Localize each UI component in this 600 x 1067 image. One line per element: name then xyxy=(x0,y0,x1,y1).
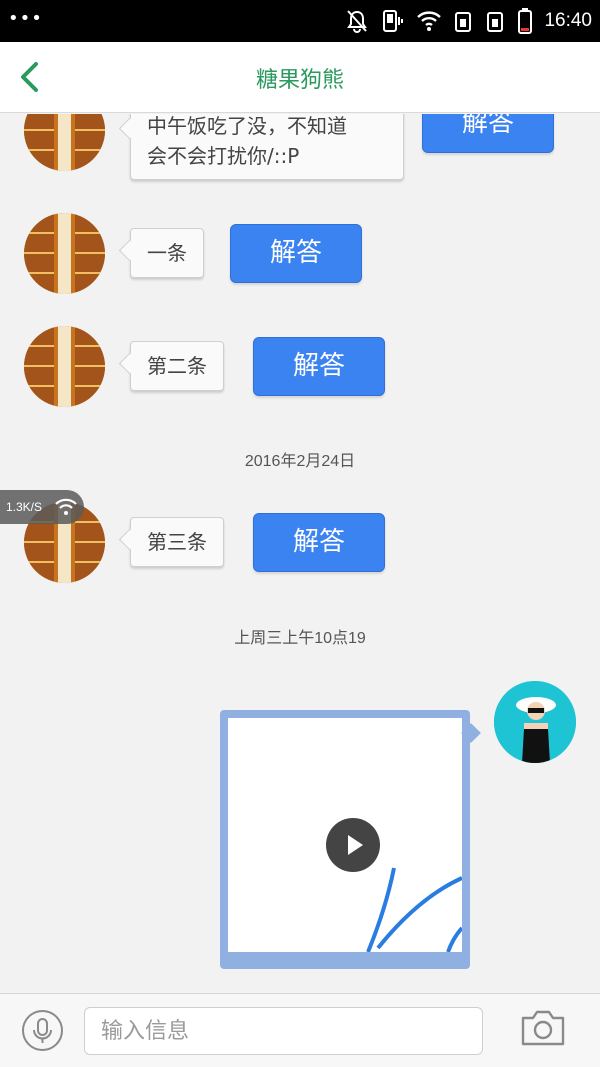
play-icon[interactable] xyxy=(326,818,380,872)
message-bubble[interactable]: 中午饭吃了没，不知道 会不会打扰你/::P xyxy=(130,114,404,180)
answer-button[interactable]: 解答 xyxy=(422,114,554,153)
chat-timestamp: 2016年2月24日 xyxy=(244,453,356,470)
chat-header: 糖果狗熊 xyxy=(0,42,600,113)
wifi-icon xyxy=(55,498,77,515)
mute-bell-icon xyxy=(347,10,368,33)
clock: 16:40 xyxy=(544,10,592,31)
wifi-icon xyxy=(417,11,442,31)
contact-avatar[interactable] xyxy=(24,213,105,294)
message-text: 一条 xyxy=(147,241,187,265)
message-bubble[interactable]: 第二条 xyxy=(130,341,224,391)
contact-avatar[interactable] xyxy=(24,114,105,171)
chat-timestamp: 上周三上午10点19 xyxy=(234,630,366,647)
message-text: 第二条 xyxy=(147,354,207,378)
answer-button[interactable]: 解答 xyxy=(253,513,385,572)
message-input[interactable] xyxy=(84,1007,483,1055)
battery-icon xyxy=(518,8,533,34)
phone-vibrate-icon xyxy=(383,10,404,32)
network-speed-text: 1.3K/S xyxy=(6,500,43,514)
camera-icon[interactable] xyxy=(520,1008,566,1048)
message-text-line: 会不会打扰你/::P xyxy=(147,144,300,168)
sim2-signal-icon xyxy=(487,12,504,32)
message-text-line: 中午饭吃了没，不知道 xyxy=(147,114,347,138)
contact-avatar[interactable] xyxy=(24,326,105,407)
my-avatar[interactable] xyxy=(494,681,576,763)
menu-dots-icon: ••• xyxy=(8,8,43,29)
input-bar xyxy=(0,993,600,1067)
message-text: 第三条 xyxy=(147,530,207,554)
message-bubble[interactable]: 第三条 xyxy=(130,517,224,567)
answer-button[interactable]: 解答 xyxy=(230,224,362,283)
status-bar: ••• 16:40 xyxy=(0,0,600,42)
microphone-icon[interactable] xyxy=(22,1010,63,1051)
message-bubble[interactable]: 一条 xyxy=(130,228,204,278)
network-speed-badge[interactable]: 1.3K/S xyxy=(0,490,84,524)
video-message[interactable] xyxy=(220,710,470,969)
sim1-signal-icon xyxy=(455,12,472,32)
answer-button[interactable]: 解答 xyxy=(253,337,385,396)
video-thumbnail xyxy=(228,718,462,952)
page-title: 糖果狗熊 xyxy=(255,68,344,93)
